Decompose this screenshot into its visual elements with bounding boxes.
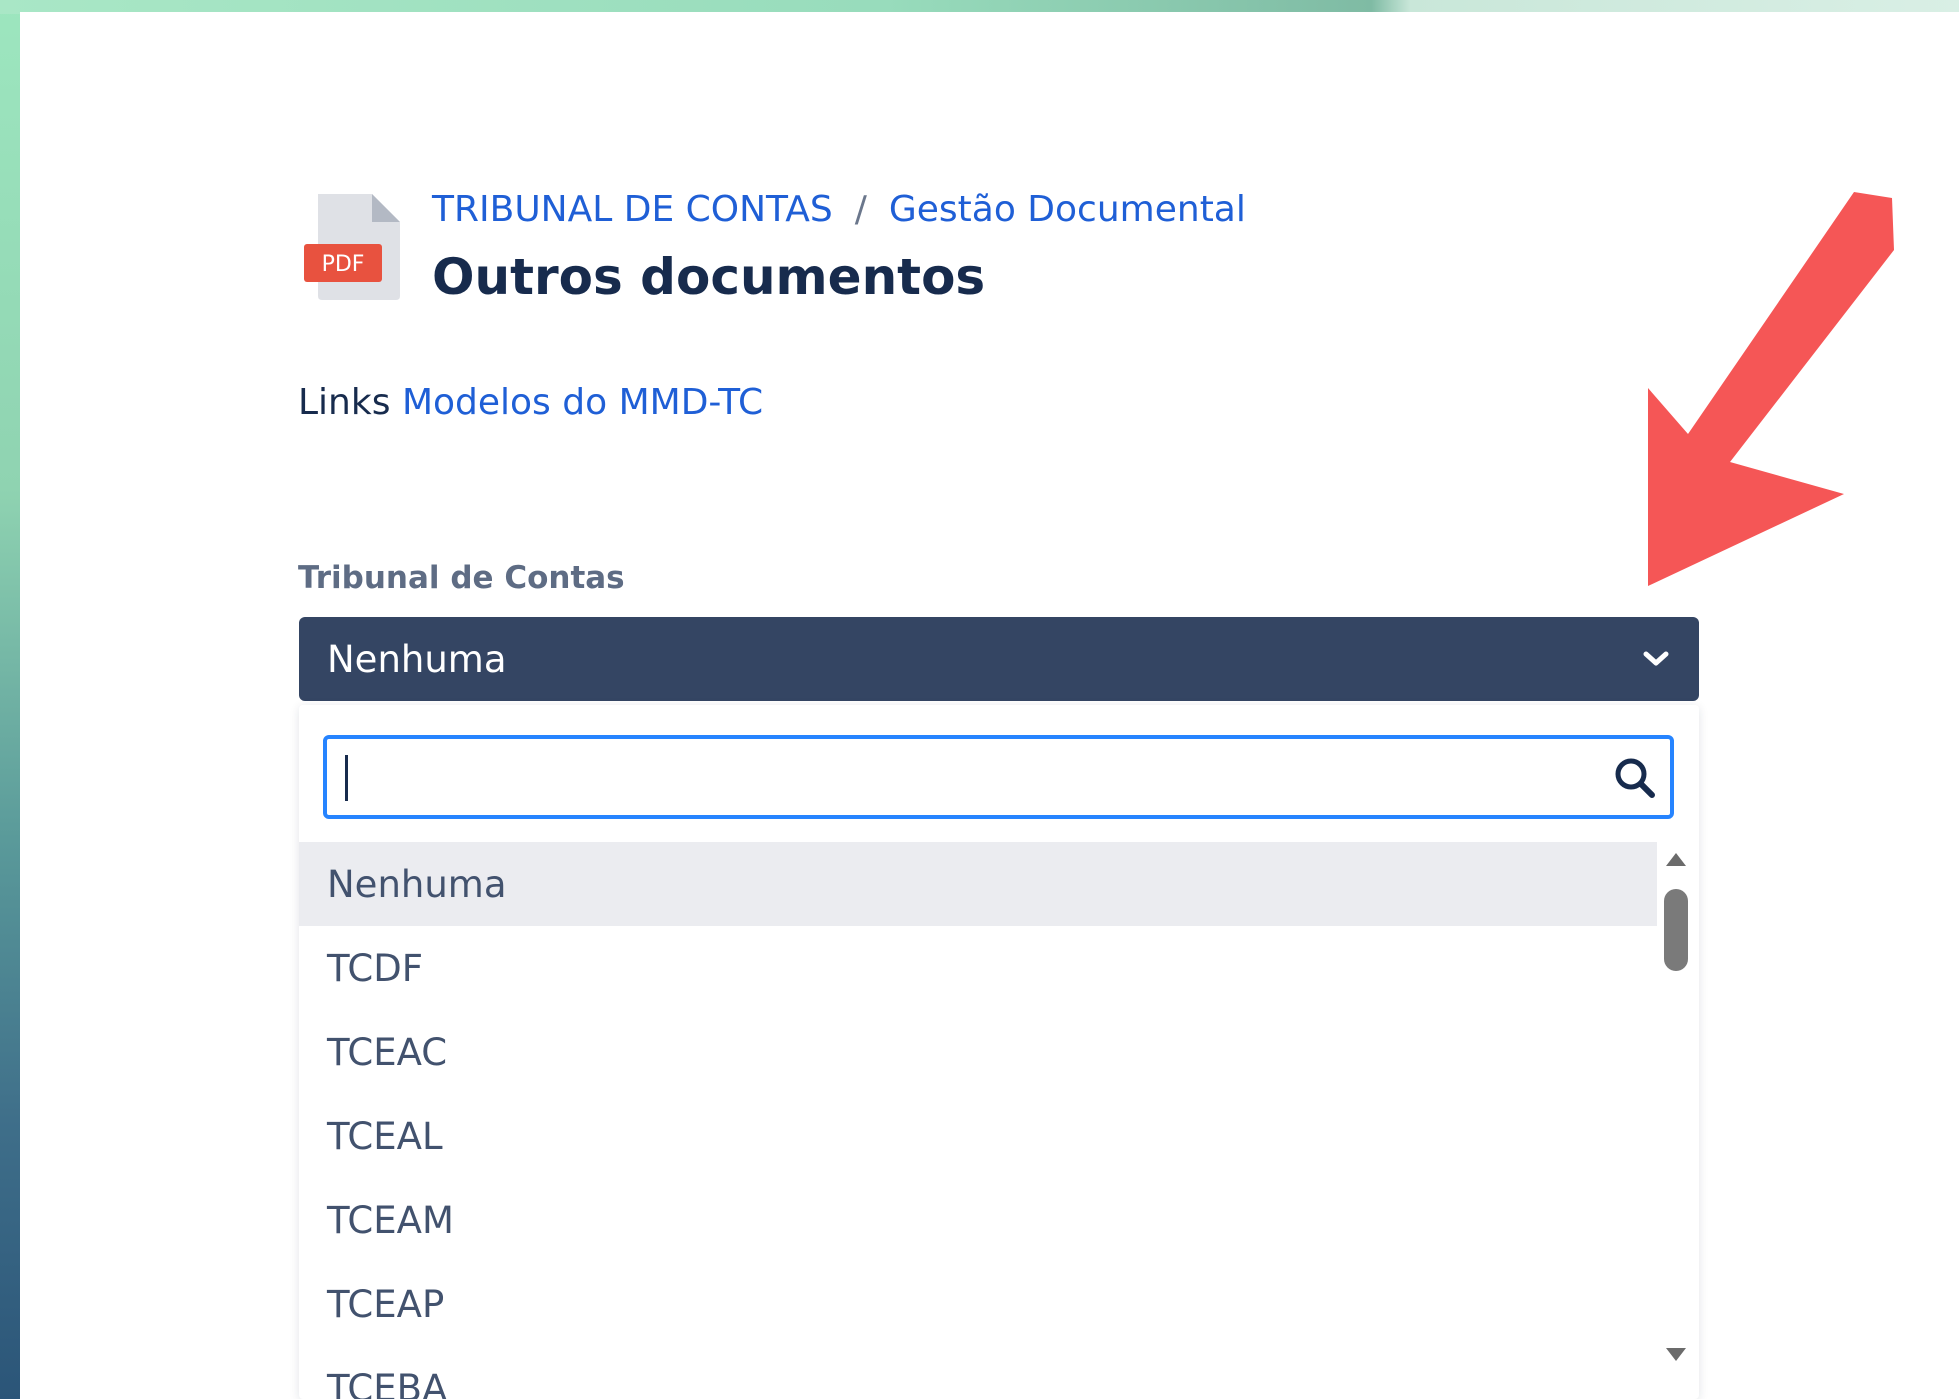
option-nenhuma[interactable]: Nenhuma — [299, 842, 1657, 926]
scroll-up-arrow-icon[interactable] — [1663, 849, 1689, 869]
option-tceal[interactable]: TCEAL — [299, 1094, 1657, 1178]
pdf-document-icon: PDF — [304, 194, 400, 300]
field-label-tribunal: Tribunal de Contas — [298, 560, 625, 596]
links-row: Links Modelos do MMD-TC — [298, 382, 763, 423]
breadcrumb-separator: / — [854, 188, 867, 230]
chevron-down-icon — [1643, 651, 1669, 666]
option-tceap[interactable]: TCEAP — [299, 1262, 1657, 1346]
links-label: Links — [298, 382, 391, 423]
option-tceam[interactable]: TCEAM — [299, 1178, 1657, 1262]
scrollbar[interactable] — [1661, 845, 1691, 1399]
scroll-down-arrow-icon[interactable] — [1663, 1345, 1689, 1365]
breadcrumb: TRIBUNAL DE CONTAS / Gestão Documental — [432, 184, 1246, 234]
red-arrow-annotation — [1648, 192, 1894, 586]
page-title: Outros documentos — [432, 248, 986, 306]
svg-text:PDF: PDF — [322, 252, 365, 277]
tribunal-select[interactable]: Nenhuma — [299, 617, 1699, 701]
option-tceac[interactable]: TCEAC — [299, 1010, 1657, 1094]
dropdown-menu: Nenhuma TCDF TCEAC TCEAL TCEAM TCEAP TCE… — [299, 705, 1699, 1399]
breadcrumb-link-gestao[interactable]: Gestão Documental — [889, 189, 1246, 230]
selected-value: Nenhuma — [327, 637, 507, 681]
option-tcdf[interactable]: TCDF — [299, 926, 1657, 1010]
scroll-thumb[interactable] — [1664, 889, 1688, 971]
search-input[interactable] — [341, 749, 1595, 807]
link-modelos-mmd-tc[interactable]: Modelos do MMD-TC — [402, 382, 763, 423]
breadcrumb-link-tribunal[interactable]: TRIBUNAL DE CONTAS — [432, 189, 833, 230]
search-box[interactable] — [323, 735, 1674, 819]
search-icon — [1615, 758, 1655, 798]
options-list: Nenhuma TCDF TCEAC TCEAL TCEAM TCEAP TCE… — [299, 842, 1657, 1399]
option-tceba[interactable]: TCEBA — [299, 1346, 1657, 1399]
text-cursor — [345, 755, 348, 801]
